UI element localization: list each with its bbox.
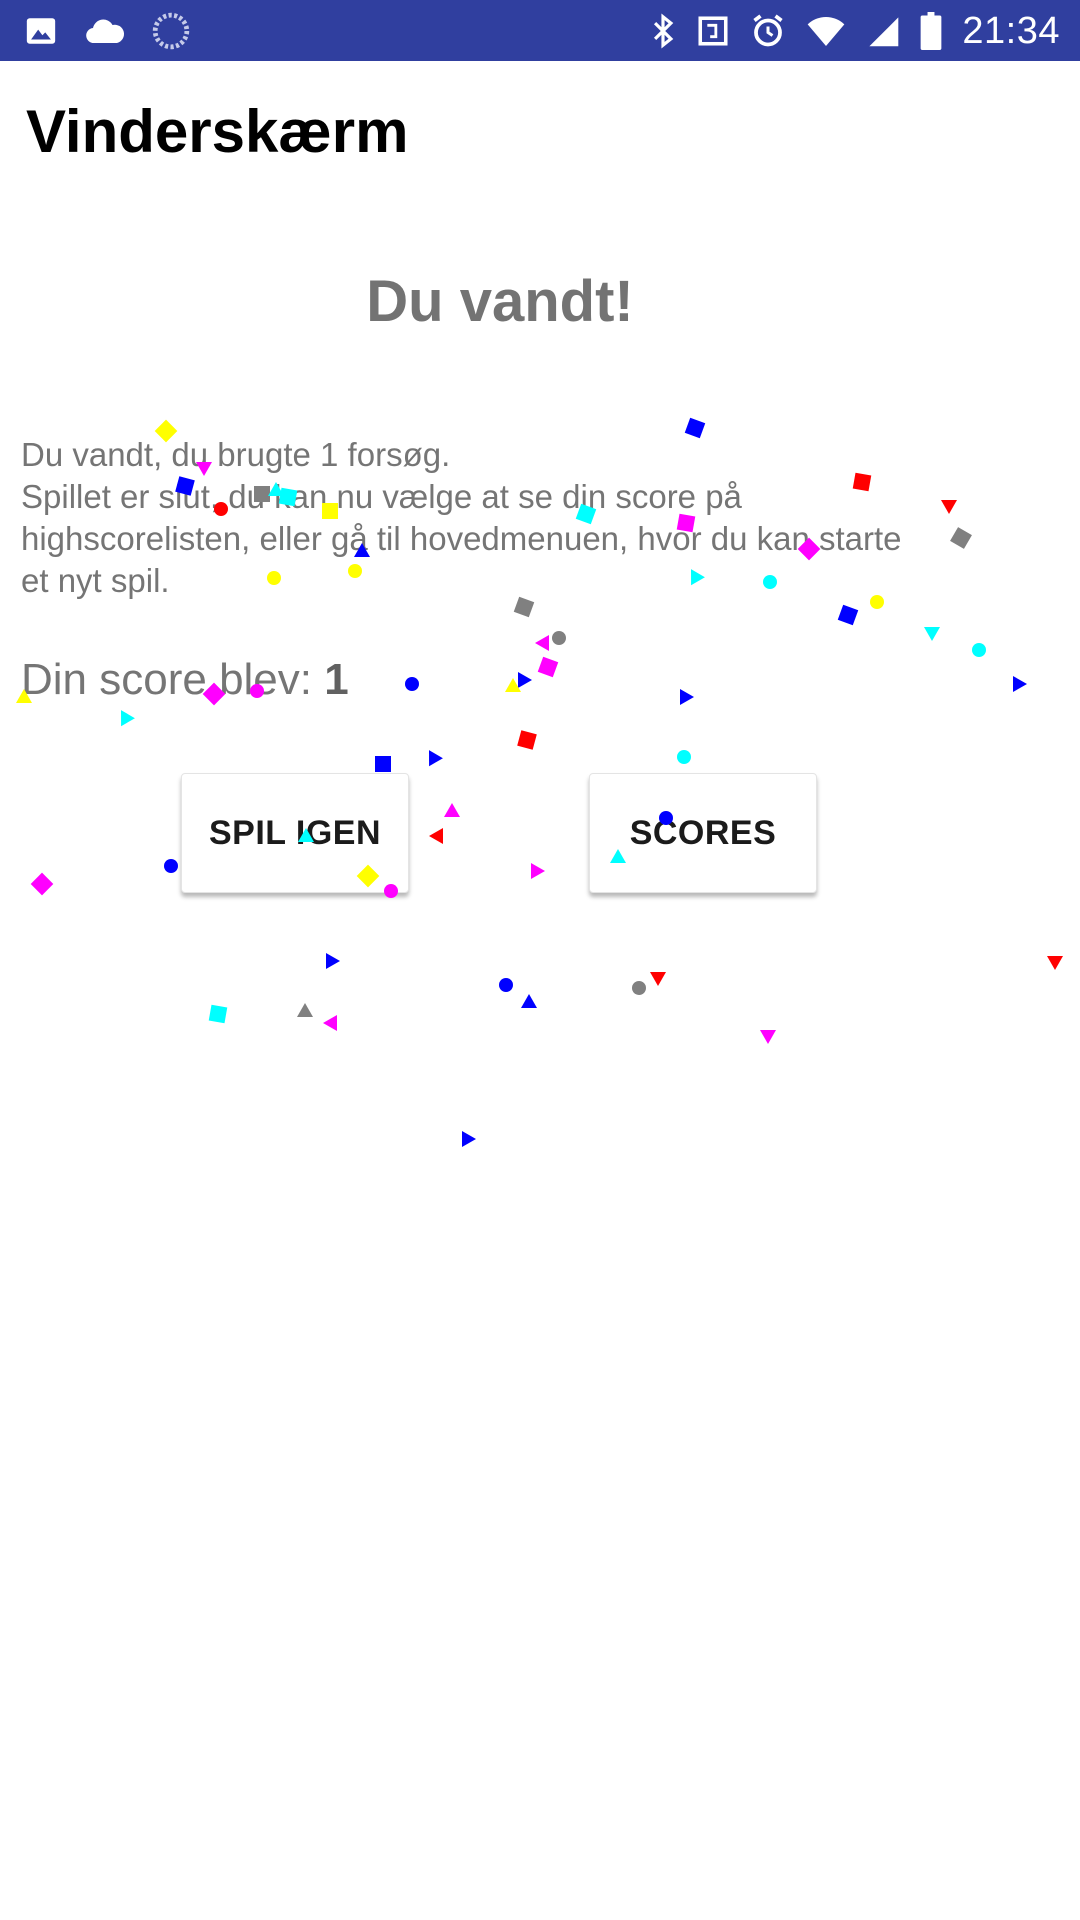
win-headline: Du vandt! — [366, 269, 634, 334]
confetti-piece — [972, 643, 986, 657]
confetti-piece — [375, 756, 391, 772]
status-bar-right: 21:34 — [650, 8, 1060, 54]
confetti-piece — [552, 631, 566, 645]
confetti-piece — [462, 1131, 476, 1147]
confetti-piece — [208, 1004, 228, 1024]
score-line: Din score blev: 1 — [21, 655, 349, 705]
battery-icon — [920, 12, 942, 50]
confetti-piece — [444, 803, 460, 817]
sync-icon — [152, 12, 190, 50]
confetti-piece — [323, 1015, 337, 1031]
status-bar: 21:34 — [0, 0, 1080, 61]
confetti-piece — [535, 635, 549, 651]
confetti-piece — [677, 750, 691, 764]
confetti-piece — [30, 872, 54, 896]
score-label: Din score blev: — [21, 655, 325, 704]
confetti-piece — [297, 1003, 313, 1017]
confetti-piece — [429, 750, 443, 767]
confetti-piece — [1013, 676, 1027, 692]
confetti-piece — [1047, 956, 1063, 970]
confetti-piece — [517, 730, 537, 750]
nfc-icon — [696, 14, 730, 48]
cloud-icon — [84, 16, 126, 46]
app-bar: Vinderskærm — [0, 61, 1080, 209]
confetti-piece — [531, 863, 545, 879]
confetti-piece — [521, 994, 537, 1008]
confetti-piece — [518, 672, 532, 688]
score-value: 1 — [324, 655, 349, 704]
page-title: Vinderskærm — [26, 98, 409, 165]
confetti-piece — [680, 689, 694, 705]
win-message: Du vandt, du brugte 1 forsøg. Spillet er… — [21, 434, 1001, 602]
wifi-icon — [806, 14, 846, 48]
image-icon — [24, 14, 58, 48]
message-line: highscorelisten, eller gå til hovedmenue… — [21, 520, 902, 557]
confetti-piece — [499, 978, 513, 992]
scores-button[interactable]: SCORES — [589, 773, 817, 893]
play-again-button[interactable]: SPIL IGEN — [181, 773, 409, 893]
message-line: Du vandt, du brugte 1 forsøg. — [21, 436, 451, 473]
status-bar-left — [24, 8, 190, 54]
message-line: Spillet er slut, du kan nu vælge at se d… — [21, 478, 742, 515]
bluetooth-icon — [650, 12, 676, 50]
confetti-piece — [121, 710, 135, 727]
confetti-piece — [505, 678, 521, 692]
confetti-piece — [326, 953, 340, 969]
confetti-piece — [837, 604, 859, 626]
alarm-icon — [750, 13, 786, 49]
confetti-piece — [429, 828, 443, 844]
signal-icon — [866, 14, 900, 48]
confetti-piece — [760, 1030, 776, 1044]
status-time: 21:34 — [962, 9, 1060, 52]
confetti-piece — [164, 859, 178, 873]
message-line: et nyt spil. — [21, 562, 170, 599]
confetti-piece — [632, 981, 646, 995]
confetti-piece — [405, 677, 419, 691]
confetti-piece — [650, 972, 666, 986]
confetti-piece — [537, 656, 559, 678]
confetti-piece — [924, 627, 940, 641]
